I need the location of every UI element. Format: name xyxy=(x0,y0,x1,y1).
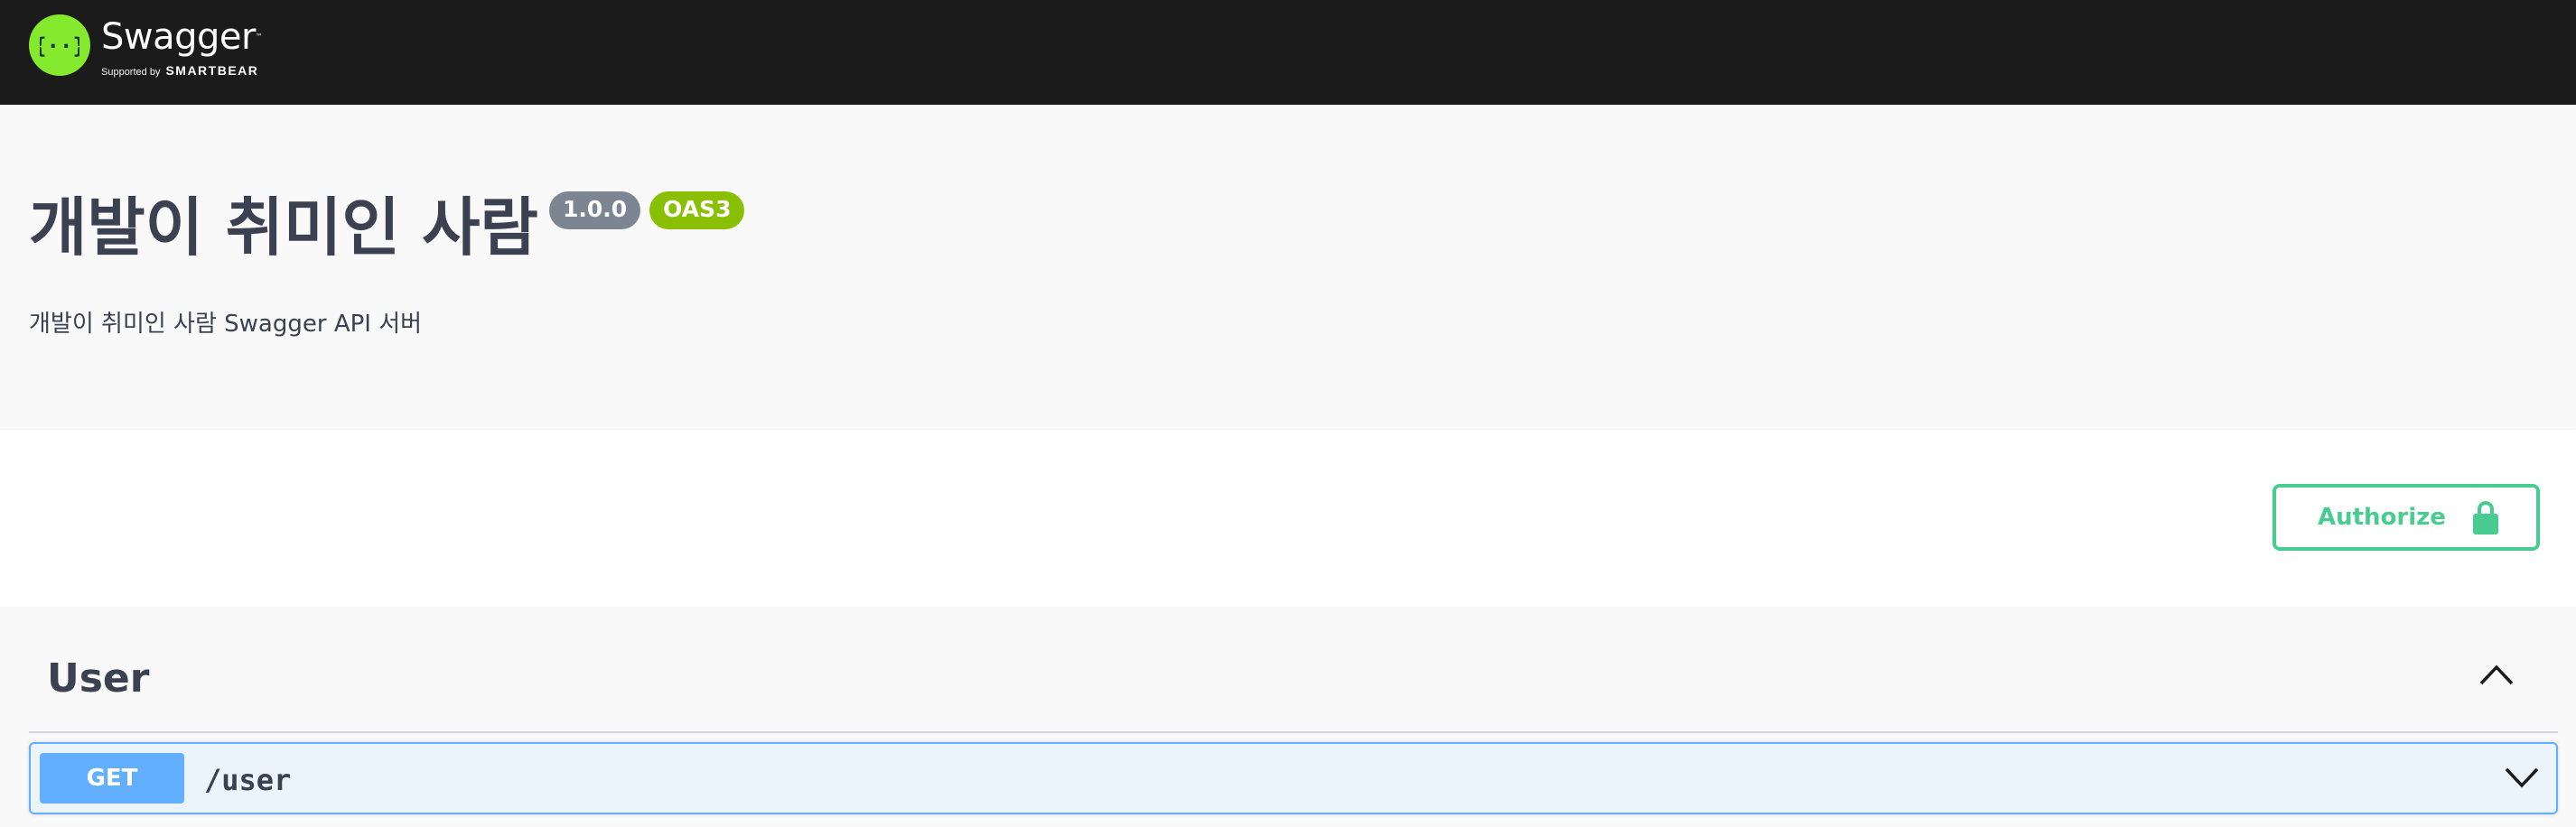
chevron-up-icon[interactable] xyxy=(2478,663,2515,691)
api-title-row: 개발이 취미인 사람 1.0.0 OAS3 xyxy=(29,190,745,265)
authorize-label: Authorize xyxy=(2318,504,2446,531)
supported-by-smartbear: Supported by SMARTBEAR xyxy=(101,63,259,78)
opblock-get-user[interactable]: GET /user xyxy=(29,742,2558,814)
version-badge: 1.0.0 xyxy=(548,191,641,229)
operation-path: /user xyxy=(204,763,292,797)
tag-title: User xyxy=(47,655,150,702)
lock-icon xyxy=(2473,500,2498,537)
scheme-container: Authorize xyxy=(0,430,2576,607)
topbar: {··} Swagger™ Supported by SMARTBEAR xyxy=(0,0,2576,105)
swagger-wordmark: Swagger™ xyxy=(101,16,263,58)
tag-header-user[interactable]: User xyxy=(29,607,2558,733)
swagger-logo-icon: {··} xyxy=(29,14,90,76)
api-info: 개발이 취미인 사람 1.0.0 OAS3 개발이 취미인 사람 Swagger… xyxy=(0,105,2576,430)
swagger-logo-link[interactable]: {··} Swagger™ Supported by SMARTBEAR xyxy=(29,14,263,78)
chevron-down-icon[interactable] xyxy=(2504,766,2540,794)
api-title: 개발이 취미인 사람 xyxy=(29,190,538,265)
authorize-button[interactable]: Authorize xyxy=(2273,484,2540,551)
operations-section: User GET /user xyxy=(0,607,2576,827)
svg-text:{··}: {··} xyxy=(40,33,79,59)
method-badge-get: GET xyxy=(40,753,184,804)
api-description: 개발이 취미인 사람 Swagger API 서버 xyxy=(29,311,423,338)
oas-badge: OAS3 xyxy=(649,191,745,229)
